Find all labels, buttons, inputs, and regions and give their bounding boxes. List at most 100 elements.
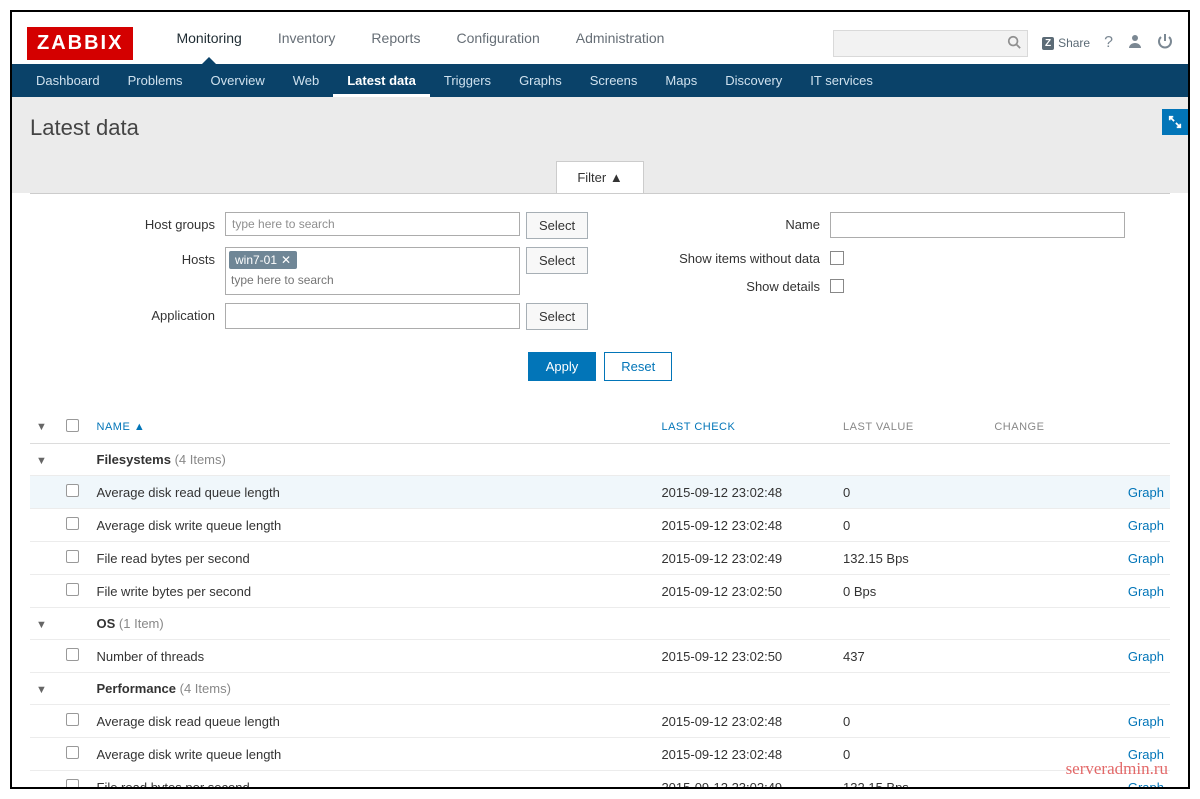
item-change [988, 738, 1109, 771]
collapse-icon[interactable]: ▼ [36, 619, 48, 631]
item-last-value: 132.15 Bps [837, 771, 988, 790]
item-last-check: 2015-09-12 23:02:50 [655, 575, 837, 608]
graph-link[interactable]: Graph [1128, 714, 1164, 729]
column-name[interactable]: NAME ▲ [91, 411, 656, 444]
row-checkbox[interactable] [66, 746, 79, 759]
column-change: CHANGE [988, 411, 1109, 444]
item-last-check: 2015-09-12 23:02:49 [655, 771, 837, 790]
show-details-checkbox[interactable] [830, 279, 844, 293]
item-last-value: 0 [837, 476, 988, 509]
item-change [988, 640, 1109, 673]
show-without-data-checkbox[interactable] [830, 251, 844, 265]
item-last-value: 0 [837, 509, 988, 542]
subnav-discovery[interactable]: Discovery [711, 64, 796, 97]
host-groups-label: Host groups [30, 212, 225, 232]
row-checkbox[interactable] [66, 713, 79, 726]
reset-button[interactable]: Reset [604, 352, 672, 381]
collapse-icon[interactable]: ▼ [36, 455, 48, 467]
fullscreen-button[interactable] [1162, 109, 1188, 135]
hosts-input[interactable]: win7-01✕ [225, 247, 520, 295]
name-filter-label: Name [600, 212, 830, 232]
group-name: Filesystems [97, 452, 171, 467]
mainnav-reports[interactable]: Reports [353, 22, 438, 64]
item-last-check: 2015-09-12 23:02:49 [655, 542, 837, 575]
help-icon[interactable]: ? [1104, 34, 1113, 52]
user-icon[interactable] [1127, 33, 1143, 54]
group-name: OS [97, 616, 116, 631]
column-last-check[interactable]: LAST CHECK [655, 411, 837, 444]
application-select-button[interactable]: Select [526, 303, 588, 330]
subnav-web[interactable]: Web [279, 64, 334, 97]
apply-button[interactable]: Apply [528, 352, 597, 381]
graph-link[interactable]: Graph [1128, 649, 1164, 664]
row-checkbox[interactable] [66, 484, 79, 497]
group-count: (4 Items) [180, 681, 231, 696]
row-checkbox[interactable] [66, 583, 79, 596]
graph-link[interactable]: Graph [1128, 747, 1164, 762]
application-input[interactable] [225, 303, 520, 329]
host-groups-select-button[interactable]: Select [526, 212, 588, 239]
select-all-checkbox[interactable] [66, 419, 79, 432]
mainnav-configuration[interactable]: Configuration [438, 22, 557, 64]
hosts-select-button[interactable]: Select [526, 247, 588, 274]
column-last-value: LAST VALUE [837, 411, 988, 444]
mainnav-administration[interactable]: Administration [558, 22, 683, 64]
power-icon[interactable] [1157, 33, 1173, 54]
item-change [988, 575, 1109, 608]
subnav-graphs[interactable]: Graphs [505, 64, 576, 97]
item-name: Number of threads [91, 640, 656, 673]
collapse-all-icon[interactable]: ▼ [36, 421, 48, 433]
host-groups-input[interactable]: type here to search [225, 212, 520, 236]
hosts-text-input[interactable] [229, 269, 516, 291]
mainnav-monitoring[interactable]: Monitoring [158, 22, 259, 64]
row-checkbox[interactable] [66, 779, 79, 789]
hosts-label: Hosts [30, 247, 225, 267]
mainnav-inventory[interactable]: Inventory [260, 22, 354, 64]
item-name: File read bytes per second [91, 771, 656, 790]
share-button[interactable]: ZShare [1042, 36, 1090, 50]
item-last-value: 0 [837, 738, 988, 771]
item-last-check: 2015-09-12 23:02:48 [655, 738, 837, 771]
item-change [988, 705, 1109, 738]
subnav-maps[interactable]: Maps [651, 64, 711, 97]
name-filter-input[interactable] [830, 212, 1125, 238]
item-name: Average disk write queue length [91, 738, 656, 771]
item-name: Average disk write queue length [91, 509, 656, 542]
item-last-check: 2015-09-12 23:02:48 [655, 509, 837, 542]
group-count: (4 Items) [175, 452, 226, 467]
filter-toggle[interactable]: Filter ▲ [556, 161, 643, 193]
graph-link[interactable]: Graph [1128, 551, 1164, 566]
graph-link[interactable]: Graph [1128, 518, 1164, 533]
show-without-data-label: Show items without data [600, 246, 830, 266]
remove-tag-icon[interactable]: ✕ [281, 253, 291, 267]
graph-link[interactable]: Graph [1128, 780, 1164, 790]
search-input[interactable] [833, 30, 1028, 57]
data-table: ▼ NAME ▲ LAST CHECK LAST VALUE CHANGE ▼ F… [30, 411, 1170, 789]
host-tag[interactable]: win7-01✕ [229, 251, 297, 269]
item-name: Average disk read queue length [91, 705, 656, 738]
subnav-screens[interactable]: Screens [576, 64, 652, 97]
row-checkbox[interactable] [66, 517, 79, 530]
item-last-value: 132.15 Bps [837, 542, 988, 575]
graph-link[interactable]: Graph [1128, 584, 1164, 599]
subnav-problems[interactable]: Problems [114, 64, 197, 97]
subnav-dashboard[interactable]: Dashboard [22, 64, 114, 97]
subnav-triggers[interactable]: Triggers [430, 64, 505, 97]
item-last-value: 437 [837, 640, 988, 673]
subnav-latest-data[interactable]: Latest data [333, 64, 430, 97]
group-count: (1 Item) [119, 616, 164, 631]
item-last-check: 2015-09-12 23:02:48 [655, 476, 837, 509]
item-name: File write bytes per second [91, 575, 656, 608]
collapse-icon[interactable]: ▼ [36, 684, 48, 696]
subnav-overview[interactable]: Overview [197, 64, 279, 97]
logo[interactable]: ZABBIX [27, 27, 133, 60]
row-checkbox[interactable] [66, 648, 79, 661]
graph-link[interactable]: Graph [1128, 485, 1164, 500]
row-checkbox[interactable] [66, 550, 79, 563]
subnav-it-services[interactable]: IT services [796, 64, 887, 97]
show-details-label: Show details [600, 274, 830, 294]
filter-panel: Host groups type here to search Select H… [30, 193, 1170, 395]
item-change [988, 771, 1109, 790]
main-nav: MonitoringInventoryReportsConfigurationA… [158, 22, 682, 64]
item-last-check: 2015-09-12 23:02:50 [655, 640, 837, 673]
